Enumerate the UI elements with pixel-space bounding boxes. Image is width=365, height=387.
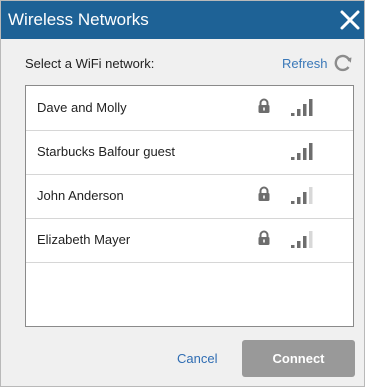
wireless-networks-dialog: Wireless Networks Select a WiFi network:…	[0, 0, 365, 387]
network-row[interactable]: Starbucks Balfour guest	[26, 130, 353, 175]
network-name: Starbucks Balfour guest	[37, 144, 176, 159]
network-name: Dave and Molly	[37, 100, 127, 115]
signal-strength-icon	[291, 143, 313, 160]
lock-icon	[258, 98, 270, 113]
signal-strength-icon	[291, 187, 313, 204]
signal-strength-icon	[291, 231, 313, 248]
lock-icon	[258, 186, 270, 201]
network-list: Dave and Molly Starbucks Balfour guest Joh…	[25, 85, 354, 327]
dialog-title: Wireless Networks	[8, 10, 149, 29]
network-row[interactable]: Dave and Molly	[26, 86, 353, 131]
network-name: Elizabeth Mayer	[37, 232, 131, 247]
network-row[interactable]: John Anderson	[26, 174, 353, 219]
close-icon[interactable]	[339, 9, 361, 31]
title-bar: Wireless Networks	[1, 1, 364, 39]
connect-button[interactable]: Connect	[242, 340, 355, 377]
refresh-link[interactable]: Refresh	[282, 56, 328, 71]
network-row[interactable]: Elizabeth Mayer	[26, 218, 353, 263]
select-network-label: Select a WiFi network:	[25, 56, 155, 71]
cancel-button[interactable]: Cancel	[177, 351, 217, 366]
signal-strength-icon	[291, 99, 313, 116]
refresh-icon[interactable]	[333, 53, 353, 73]
lock-icon	[258, 230, 270, 245]
network-name: John Anderson	[37, 188, 124, 203]
